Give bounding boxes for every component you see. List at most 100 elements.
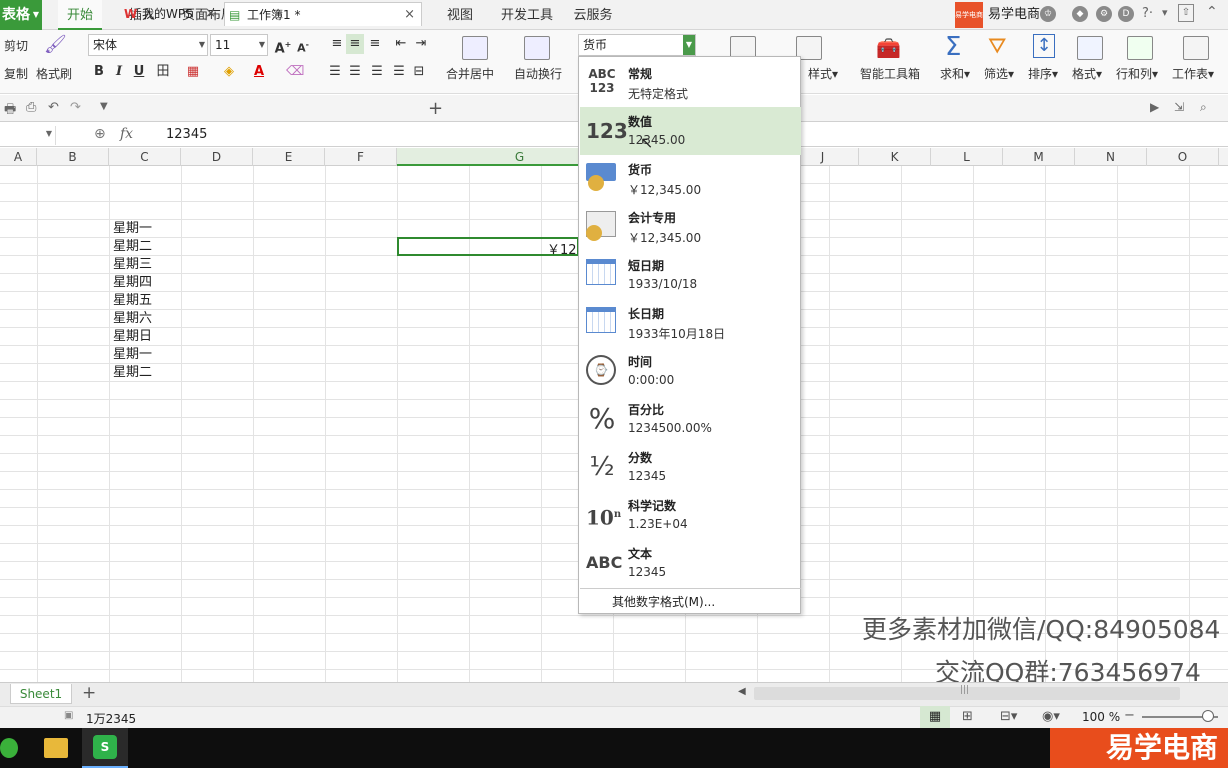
- auto-wrap-icon[interactable]: [524, 36, 550, 60]
- user-name[interactable]: 易学电商: [988, 0, 1040, 30]
- close-icon[interactable]: ×: [205, 2, 216, 26]
- auto-wrap-button[interactable]: 自动换行: [514, 65, 562, 82]
- zoom-slider-thumb[interactable]: [1202, 710, 1214, 722]
- close-icon[interactable]: ×: [404, 3, 415, 27]
- merge-center-icon[interactable]: [462, 36, 488, 60]
- worksheet-icon[interactable]: [1183, 36, 1209, 60]
- redo-icon[interactable]: ↷: [70, 100, 81, 115]
- share-icon[interactable]: ⇲: [1174, 100, 1184, 114]
- format-general-option[interactable]: ABC 123 常规 无特定格式: [580, 59, 801, 107]
- column-header[interactable]: A: [0, 148, 37, 166]
- tab-my-wps[interactable]: W 我的WPS ×: [120, 2, 222, 26]
- format-text-option[interactable]: ABC 文本 12345: [580, 539, 801, 587]
- normal-view-icon[interactable]: ▦: [920, 706, 950, 728]
- tab-home[interactable]: 开始: [58, 0, 102, 30]
- add-sheet-icon[interactable]: +: [82, 683, 96, 703]
- column-header[interactable]: L: [931, 148, 1003, 166]
- toolbox-icon[interactable]: 🧰: [876, 36, 904, 60]
- cell-c[interactable]: 星期一: [113, 220, 152, 238]
- format-button[interactable]: 格式▾: [1072, 65, 1102, 82]
- format-percent-option[interactable]: % 百分比 1234500.00%: [580, 395, 801, 443]
- format-accounting-option[interactable]: 会计专用 ￥12,345.00: [580, 203, 801, 251]
- format-time-option[interactable]: ⌚ 时间 0:00:00: [580, 347, 801, 395]
- fill-pattern-icon[interactable]: ▦: [184, 62, 202, 82]
- format-painter-button[interactable]: 格式刷: [36, 65, 72, 82]
- column-header[interactable]: K: [859, 148, 931, 166]
- align-left-icon[interactable]: ☰: [326, 62, 344, 82]
- distributed-align-icon[interactable]: ⊟: [410, 62, 428, 82]
- wps-taskbar-button[interactable]: S: [82, 728, 128, 768]
- print-icon[interactable]: 🖶: [4, 100, 16, 122]
- search-icon[interactable]: ⌕: [1200, 100, 1207, 115]
- cell-c[interactable]: 星期六: [113, 310, 152, 328]
- align-center-icon[interactable]: ☰: [346, 62, 364, 82]
- format-currency-option[interactable]: 货币 ￥12,345.00: [580, 155, 801, 203]
- cell-c[interactable]: 星期四: [113, 274, 152, 292]
- quick-access-dropdown-icon[interactable]: ▼: [100, 101, 108, 112]
- smart-toolbox-button[interactable]: 智能工具箱: [860, 65, 920, 82]
- align-middle-icon[interactable]: ≡: [346, 34, 364, 54]
- italic-button[interactable]: I: [110, 62, 128, 82]
- format-fraction-option[interactable]: ½ 分数 12345: [580, 443, 801, 491]
- upload-icon[interactable]: ⇧: [1178, 4, 1194, 22]
- format-long-date-option[interactable]: 长日期 1933年10月18日: [580, 299, 801, 347]
- decrease-indent-icon[interactable]: ⇤: [392, 34, 410, 54]
- page-layout-view-icon[interactable]: ⊟▾: [1000, 709, 1017, 724]
- increase-font-icon[interactable]: A+: [274, 35, 292, 56]
- scroll-left-icon[interactable]: ◀: [738, 686, 746, 697]
- collaborate-icon[interactable]: ▶: [1150, 100, 1159, 114]
- font-name-select[interactable]: 宋体 ▼: [88, 34, 208, 56]
- align-right-icon[interactable]: ☰: [368, 62, 386, 82]
- fill-color-icon[interactable]: ◈: [220, 62, 238, 82]
- zoom-out-icon[interactable]: −: [1124, 708, 1135, 723]
- horizontal-scrollbar[interactable]: |||: [754, 685, 1180, 700]
- column-header[interactable]: N: [1075, 148, 1147, 166]
- cell-c[interactable]: 星期五: [113, 292, 152, 310]
- column-header[interactable]: F: [325, 148, 397, 166]
- more-menu-icon[interactable]: ▾: [1162, 6, 1168, 19]
- format-icon[interactable]: [1077, 36, 1103, 60]
- decrease-font-icon[interactable]: A-: [294, 35, 312, 55]
- tab-developer[interactable]: 开发工具: [498, 0, 556, 30]
- font-size-select[interactable]: 11 ▼: [210, 34, 268, 56]
- sort-button[interactable]: 排序▾: [1028, 65, 1058, 82]
- page-break-view-icon[interactable]: ⊞: [962, 709, 973, 724]
- bold-button[interactable]: B: [90, 62, 108, 82]
- tab-view[interactable]: 视图: [440, 0, 480, 30]
- column-header[interactable]: B: [37, 148, 109, 166]
- function-icon[interactable]: fx: [120, 126, 133, 142]
- app-menu-button[interactable]: 表格 ▼: [0, 0, 42, 30]
- align-top-icon[interactable]: ≡: [328, 34, 346, 54]
- filter-icon[interactable]: ⛛: [988, 34, 1006, 59]
- sum-button[interactable]: 求和▾: [940, 65, 970, 82]
- undo-icon[interactable]: ↶: [48, 100, 59, 115]
- formula-input[interactable]: 12345: [166, 127, 207, 142]
- format-number-option[interactable]: 123 数值 12345.00 ↖: [580, 107, 801, 155]
- help-icon[interactable]: ?·: [1142, 6, 1153, 21]
- file-explorer-icon[interactable]: [44, 738, 68, 758]
- column-header[interactable]: M: [1003, 148, 1075, 166]
- merge-center-button[interactable]: 合并居中: [446, 65, 494, 82]
- sum-icon[interactable]: Σ: [945, 32, 961, 62]
- column-header[interactable]: E: [253, 148, 325, 166]
- font-color-icon[interactable]: A: [250, 62, 268, 82]
- print-preview-icon[interactable]: ⎙: [26, 100, 36, 115]
- format-painter-icon[interactable]: 🖌: [44, 34, 67, 56]
- browser-icon[interactable]: [0, 738, 18, 758]
- rows-cols-button[interactable]: 行和列▾: [1116, 65, 1158, 82]
- border-icon[interactable]: 田: [154, 62, 172, 82]
- cell-c[interactable]: 星期日: [113, 328, 152, 346]
- new-tab-icon[interactable]: +: [428, 98, 443, 119]
- increase-indent-icon[interactable]: ⇥: [412, 34, 430, 54]
- active-cell[interactable]: ￥12: [397, 237, 579, 258]
- justify-icon[interactable]: ☰: [390, 62, 408, 82]
- clear-format-icon[interactable]: ⌫: [286, 62, 304, 82]
- settings-icon[interactable]: ⚙: [1096, 6, 1112, 22]
- cell-c[interactable]: 星期二: [113, 238, 152, 256]
- more-number-formats-link[interactable]: 其他数字格式(M)...: [580, 588, 801, 614]
- tab-cloud[interactable]: 云服务: [570, 0, 616, 30]
- cell-style-button[interactable]: 样式▾: [808, 65, 838, 82]
- collapse-ribbon-icon[interactable]: ⌃: [1206, 4, 1218, 20]
- copy-button[interactable]: 复制: [4, 65, 28, 82]
- format-scientific-option[interactable]: 10n 科学记数 1.23E+04: [580, 491, 801, 539]
